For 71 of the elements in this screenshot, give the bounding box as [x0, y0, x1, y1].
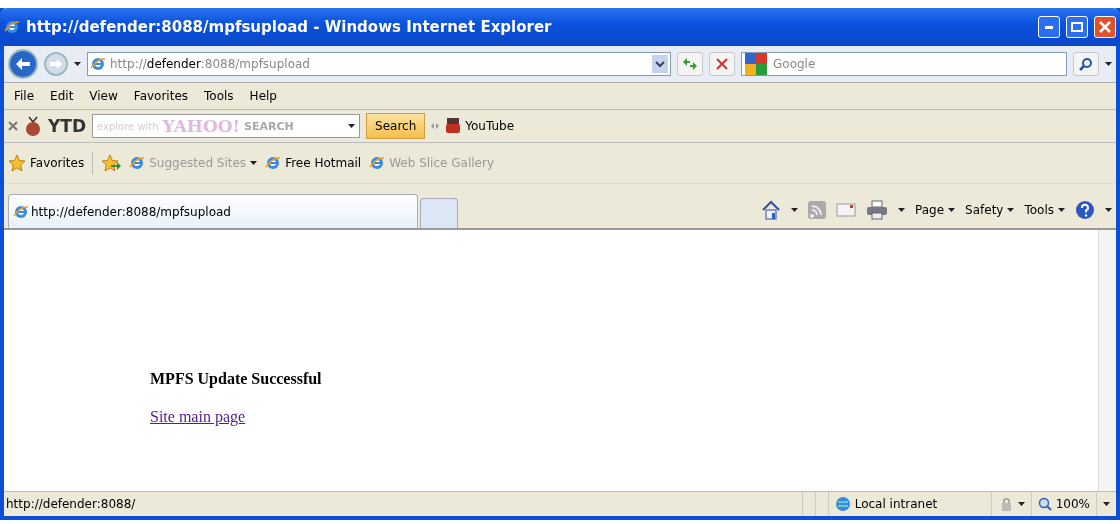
right-arrow-icon: [50, 59, 62, 69]
caret-icon: [1105, 208, 1112, 212]
ie-logo-icon: [265, 155, 282, 171]
ie-logo-icon: [129, 155, 146, 171]
caret-icon: [348, 124, 356, 128]
site-link[interactable]: Site main page: [150, 408, 246, 425]
ie-logo-icon: [369, 155, 386, 171]
minimize-button[interactable]: [1038, 16, 1060, 38]
window-title: http://defender:8088/mpfsupload - Windows Internet Explorer: [26, 18, 553, 36]
caret-icon: [898, 208, 905, 212]
menu-item[interactable]: Favorites: [125, 89, 197, 103]
close-icon: [716, 58, 728, 70]
refresh-arrows-icon: [682, 57, 698, 71]
address-text: http://defender:8088/mpfsupload: [110, 57, 310, 71]
address-field[interactable]: http://defender:8088/mpfsupload: [87, 52, 671, 76]
caret-icon: [1103, 502, 1110, 506]
magnifier-icon: [1037, 497, 1052, 511]
stop-button[interactable]: [709, 52, 735, 76]
search-button[interactable]: Search: [366, 113, 426, 139]
dropdown-icon[interactable]: [652, 55, 668, 73]
help-icon[interactable]: [1075, 200, 1095, 220]
zoom-level[interactable]: 100%: [1030, 492, 1096, 516]
left-arrow-icon: [16, 58, 30, 70]
caret-icon: [74, 62, 81, 66]
caret-icon: [1058, 208, 1065, 212]
globe-icon: [834, 496, 851, 512]
favorites-button[interactable]: Favorites: [8, 154, 85, 172]
command-menu[interactable]: Page: [915, 203, 956, 217]
close-button[interactable]: [1094, 16, 1116, 38]
add-favorite-icon[interactable]: [101, 154, 122, 172]
menu-item[interactable]: File: [6, 89, 43, 103]
scrollbar[interactable]: [1098, 230, 1116, 491]
menu-item[interactable]: View: [81, 89, 126, 103]
caret-icon: [1007, 208, 1015, 212]
back-button[interactable]: [8, 49, 38, 79]
command-menu[interactable]: Tools: [1024, 203, 1065, 217]
menu-item[interactable]: Tools: [196, 89, 242, 103]
printer-icon[interactable]: [866, 200, 888, 220]
caret-icon: [948, 208, 956, 212]
star-icon: [8, 154, 26, 172]
ie-logo-icon: [13, 203, 29, 220]
favorites-link[interactable]: Free Hotmail: [265, 155, 362, 171]
youtube-link[interactable]: YouTube: [445, 118, 515, 134]
close-icon: [1099, 21, 1111, 33]
page-icon: [90, 56, 106, 72]
minimize-icon: [1045, 25, 1053, 29]
menu-item[interactable]: Edit: [42, 89, 82, 103]
browser-tab[interactable]: http://defender:8088/mpfsupload: [8, 194, 418, 228]
maximize-button[interactable]: [1066, 16, 1088, 38]
page-heading: MPFS Update Successful: [150, 370, 323, 388]
mail-icon[interactable]: [836, 203, 856, 217]
ytd-logo: YTD: [48, 116, 87, 136]
caret-icon: [1017, 502, 1025, 506]
caret-icon: [1105, 62, 1112, 66]
maximize-icon: [1071, 22, 1083, 32]
close-icon[interactable]: [8, 121, 18, 131]
search-field[interactable]: Google: [741, 52, 1067, 76]
google-logo-icon: [745, 53, 767, 75]
search-icon: [1079, 57, 1093, 71]
search-button[interactable]: [1073, 52, 1099, 76]
tv-icon: [445, 118, 462, 134]
menu-item[interactable]: Help: [241, 89, 285, 103]
caret-icon: [791, 208, 798, 212]
caret-icon: [250, 161, 258, 165]
tomato-icon: [24, 116, 42, 136]
home-icon[interactable]: [761, 200, 781, 220]
status-url: http://defender:8088/: [5, 497, 137, 511]
ie-logo-icon: [4, 19, 20, 35]
refresh-button[interactable]: [677, 52, 703, 76]
command-menu[interactable]: Safety: [965, 203, 1015, 217]
security-zone: Local intranet: [827, 492, 991, 516]
